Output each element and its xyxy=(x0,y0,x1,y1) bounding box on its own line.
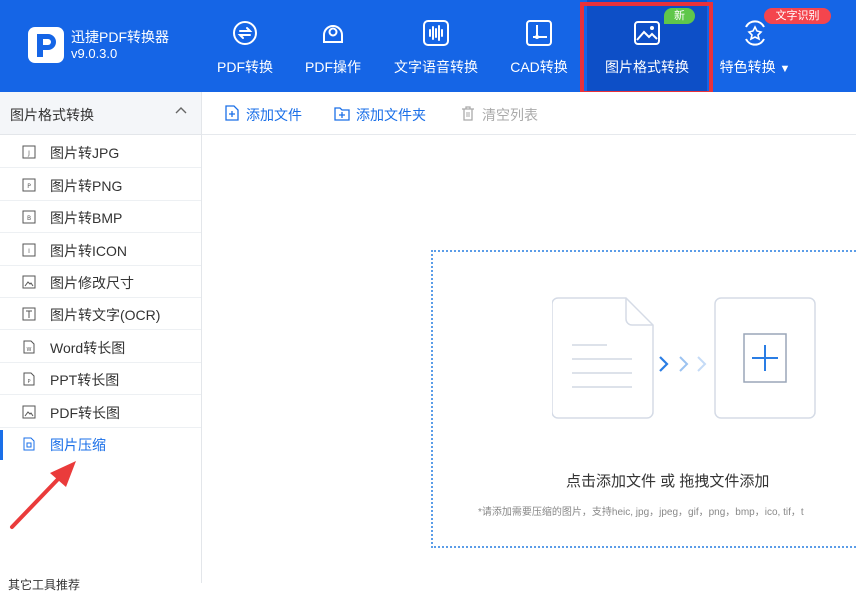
svg-text:I: I xyxy=(28,248,30,255)
add-folder-button[interactable]: 添加文件夹 xyxy=(334,92,446,134)
dropdown-caret-icon[interactable]: ▼ xyxy=(780,63,791,75)
nav-pdf-ops[interactable]: PDF操作 xyxy=(293,0,373,92)
icon-file-icon: I xyxy=(22,243,36,257)
sidebar-item-ppt-long[interactable]: P PPT转长图 xyxy=(0,363,201,395)
sidebar-item-bmp[interactable]: B 图片转BMP xyxy=(0,201,201,233)
sidebar-header[interactable]: 图片格式转换 xyxy=(0,92,201,135)
ppt-file-icon: P xyxy=(23,372,35,386)
arrows-right-icon xyxy=(659,356,707,372)
add-file-plus-icon[interactable] xyxy=(714,297,816,419)
audio-wave-icon xyxy=(423,20,449,46)
ocr-badge[interactable]: 文字识别 xyxy=(764,8,831,24)
image-icon xyxy=(634,21,660,45)
add-file-label: 添加文件 xyxy=(246,107,302,123)
nav-cad[interactable]: CAD转换 xyxy=(500,0,578,92)
sidebar-item-label: PPT转长图 xyxy=(50,372,120,388)
sidebar-item-jpg[interactable]: J 图片转JPG xyxy=(0,136,201,168)
clear-list-label: 清空列表 xyxy=(482,107,538,123)
sidebar-item-ocr[interactable]: 图片转文字(OCR) xyxy=(0,298,201,330)
nav-label: 特色转换 ▼ xyxy=(719,59,791,75)
text-icon xyxy=(22,307,36,321)
new-badge: 新 xyxy=(664,8,695,24)
nav-label: 文字语音转换 xyxy=(394,59,478,75)
app-logo xyxy=(28,27,64,63)
nav-pdf-convert[interactable]: PDF转换 xyxy=(205,0,285,92)
sidebar-item-label: 图片修改尺寸 xyxy=(50,275,134,291)
sidebar-item-compress[interactable]: 图片压缩 xyxy=(0,428,201,460)
sidebar-item-label: 图片转JPG xyxy=(50,145,120,161)
trash-icon xyxy=(462,106,474,121)
sidebar-item-label: 图片转文字(OCR) xyxy=(50,307,161,323)
pdf-convert-icon xyxy=(233,21,257,45)
sidebar: 图片格式转换 J 图片转JPG P 图片转PNG B 图片转BMP I 图片转I… xyxy=(0,92,202,592)
add-folder-label: 添加文件夹 xyxy=(356,107,426,123)
nav-label: CAD转换 xyxy=(510,59,568,75)
app-version: v9.0.3.0 xyxy=(71,46,118,61)
add-file-button[interactable]: 添加文件 xyxy=(224,92,334,134)
svg-text:B: B xyxy=(27,215,31,222)
sidebar-item-label: 图片转BMP xyxy=(50,210,123,226)
sidebar-item-pdf-long[interactable]: PDF转长图 xyxy=(0,396,201,428)
png-file-icon: P xyxy=(22,178,36,192)
sparkle-icon xyxy=(745,20,765,46)
drop-instruction: 点击添加文件 或 拖拽文件添加 xyxy=(566,473,770,490)
bmp-file-icon: B xyxy=(22,210,36,224)
sidebar-item-word-long[interactable]: W Word转长图 xyxy=(0,331,201,363)
pdf-logo-icon xyxy=(37,34,56,57)
nav-text-voice[interactable]: 文字语音转换 xyxy=(387,0,485,92)
sidebar-item-label: PDF转长图 xyxy=(50,405,120,421)
pdf-settings-icon xyxy=(323,25,343,43)
jpg-file-icon: J xyxy=(22,145,36,159)
cad-icon xyxy=(526,20,552,46)
other-tools-label[interactable]: 其它工具推荐 xyxy=(8,576,80,593)
title-bar: 迅捷PDF转换器 v9.0.3.0 PDF转换 PDF操作 文字语音转换 CAD… xyxy=(0,0,856,95)
chevron-up-icon[interactable] xyxy=(174,104,188,118)
sidebar-item-label: 图片转PNG xyxy=(50,178,123,194)
sidebar-item-icon[interactable]: I 图片转ICON xyxy=(0,234,201,266)
nav-label: PDF转换 xyxy=(217,59,273,75)
resize-image-icon xyxy=(22,275,36,289)
nav-label: PDF操作 xyxy=(305,59,361,75)
sidebar-item-resize[interactable]: 图片修改尺寸 xyxy=(0,266,201,298)
svg-text:W: W xyxy=(27,347,32,353)
sidebar-item-label: 图片压缩 xyxy=(50,437,106,453)
svg-text:P: P xyxy=(27,379,30,385)
document-icon xyxy=(552,297,654,419)
clear-list-button[interactable]: 清空列表 xyxy=(460,92,550,134)
sidebar-title: 图片格式转换 xyxy=(10,107,94,123)
app-name: 迅捷PDF转换器 xyxy=(71,29,169,45)
sidebar-item-label: Word转长图 xyxy=(50,340,126,356)
toolbar: 添加文件 添加文件夹 清空列表 xyxy=(202,92,856,135)
sidebar-item-label: 图片转ICON xyxy=(50,243,127,259)
add-file-icon xyxy=(225,105,239,121)
supported-formats-hint: *请添加需要压缩的图片，支持heic, jpg，jpeg，gif，png，bmp… xyxy=(478,507,804,518)
add-folder-icon xyxy=(334,107,350,121)
active-indicator xyxy=(0,430,3,460)
svg-text:J: J xyxy=(27,150,30,157)
sidebar-item-png[interactable]: P 图片转PNG xyxy=(0,169,201,201)
nav-label: 图片格式转换 xyxy=(605,59,689,75)
compress-icon xyxy=(23,437,35,451)
svg-text:P: P xyxy=(27,183,31,190)
pdf-image-icon xyxy=(22,405,36,419)
word-file-icon: W xyxy=(23,340,35,354)
